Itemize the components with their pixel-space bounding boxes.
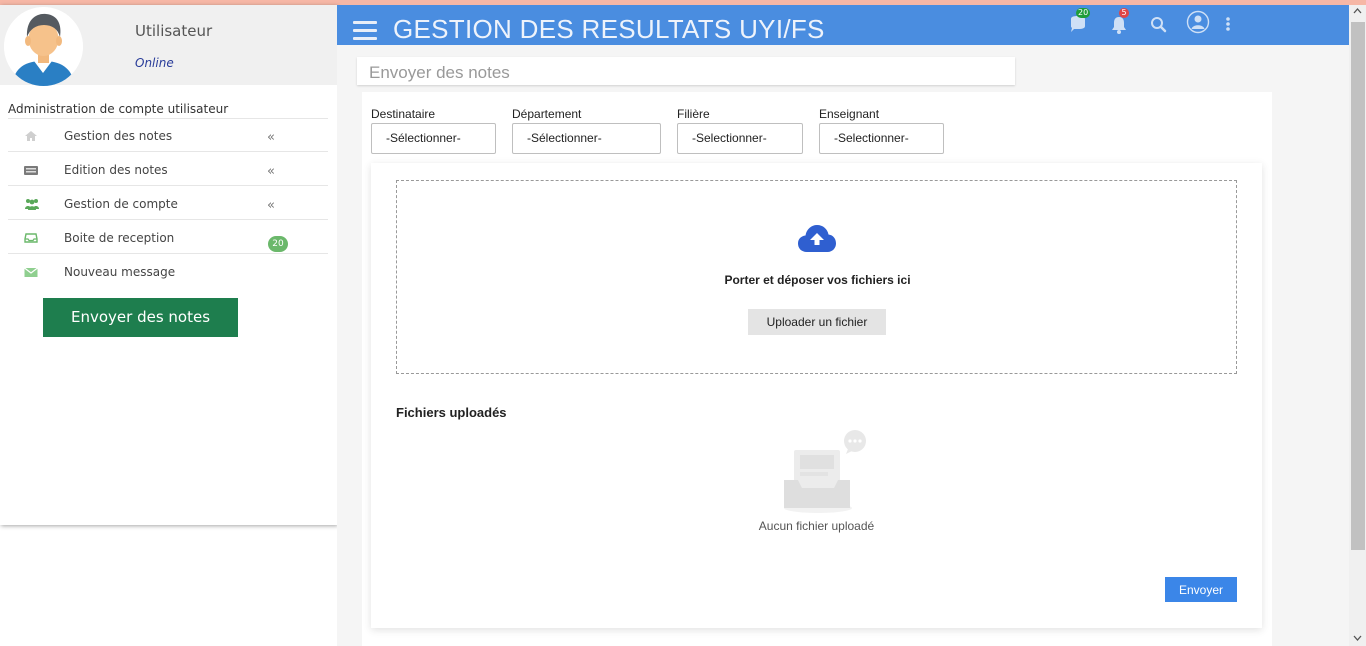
upload-file-button[interactable]: Uploader un fichier [748, 309, 886, 335]
chevron-left-icon[interactable]: « [267, 164, 275, 179]
username: Utilisateur [135, 22, 213, 40]
envelope-icon [24, 263, 38, 277]
users-icon [24, 195, 39, 210]
sidebar-item-nouveau-message[interactable]: Nouveau message [8, 254, 328, 288]
cloud-upload-icon [797, 223, 837, 255]
envoyer-button[interactable]: Envoyer [1165, 577, 1237, 602]
sidebar-item-label: Edition des notes [64, 163, 168, 177]
scroll-down-arrow-icon[interactable] [1349, 632, 1366, 646]
chevron-left-icon[interactable]: « [267, 130, 275, 145]
avatar[interactable] [4, 7, 83, 86]
sidebar-item-label: Gestion de compte [64, 197, 178, 211]
envoyer-des-notes-button[interactable]: Envoyer des notes [43, 298, 238, 337]
file-dropzone[interactable]: Porter et déposer vos fichiers ici Uploa… [396, 180, 1237, 374]
online-status: Online [135, 56, 174, 70]
sidebar-item-edition-des-notes[interactable]: Edition des notes « [8, 152, 328, 186]
keyboard-icon [24, 161, 38, 175]
user-panel: Utilisateur Online [0, 5, 337, 86]
top-header: GESTION DES RESULTATS UYI/FS 20 5 [337, 5, 1349, 45]
sidebar-item-boite-de-reception[interactable]: Boite de reception 20 [8, 220, 328, 254]
empty-inbox-illustration [778, 430, 870, 514]
page-title-box: Envoyer des notes [357, 57, 1015, 85]
sidebar-item-gestion-de-compte[interactable]: Gestion de compte « [8, 186, 328, 220]
more-vertical-icon[interactable] [1224, 15, 1232, 35]
notifications-count-badge: 5 [1119, 8, 1129, 18]
sidebar-item-gestion-des-notes[interactable]: Gestion des notes « [8, 118, 328, 152]
app-title: GESTION DES RESULTATS UYI/FS [393, 14, 825, 44]
user-profile-icon[interactable] [1186, 10, 1210, 34]
home-icon [24, 127, 38, 141]
inbox-icon [24, 229, 38, 243]
filiere-select[interactable]: -Selectionner- [677, 123, 803, 154]
enseignant-label: Enseignant [819, 107, 880, 121]
bell-icon[interactable] [1109, 15, 1129, 35]
destinataire-select[interactable]: -Sélectionner- [371, 123, 496, 154]
search-icon[interactable] [1149, 15, 1169, 35]
sidebar-item-label: Nouveau message [64, 265, 176, 279]
scrollbar-thumb[interactable] [1351, 22, 1365, 550]
menu-header: Administration de compte utilisateur [8, 102, 328, 119]
destinataire-label: Destinataire [371, 107, 436, 121]
chevron-left-icon[interactable]: « [267, 198, 275, 213]
inbox-count-badge: 20 [268, 236, 288, 252]
messages-count-badge: 20 [1076, 8, 1091, 18]
departement-label: Département [512, 107, 582, 121]
no-files-message: Aucun fichier uploadé [758, 519, 875, 533]
scroll-up-arrow-icon[interactable] [1349, 5, 1366, 19]
enseignant-select[interactable]: -Selectionner- [819, 123, 944, 154]
filiere-label: Filière [677, 107, 710, 121]
uploaded-files-title: Fichiers uploadés [396, 405, 507, 420]
departement-select[interactable]: -Sélectionner- [512, 123, 661, 154]
hamburger-menu-icon[interactable] [353, 21, 377, 40]
sidebar-item-label: Boite de reception [64, 231, 175, 245]
sidebar: Utilisateur Online Administration de com… [0, 5, 337, 525]
dropzone-instructions: Porter et déposer vos fichiers ici [724, 273, 911, 287]
page-title: Envoyer des notes [369, 63, 510, 82]
sidebar-item-label: Gestion des notes [64, 129, 173, 143]
messages-icon[interactable] [1068, 15, 1088, 35]
